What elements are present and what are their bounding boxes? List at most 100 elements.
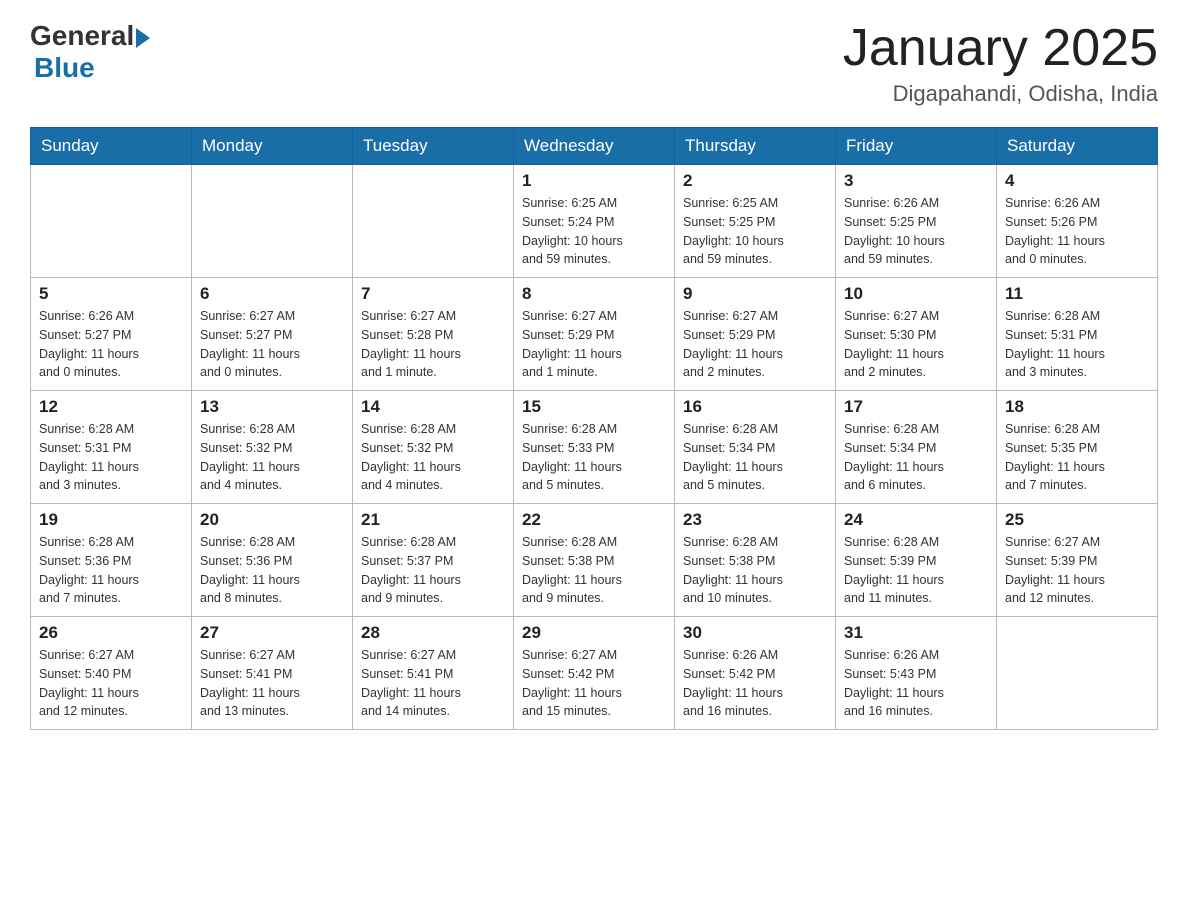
calendar-week-row: 26 Sunrise: 6:27 AMSunset: 5:40 PMDayligh… (31, 617, 1158, 730)
calendar-day-2: 2 Sunrise: 6:25 AMSunset: 5:25 PMDaylight… (675, 165, 836, 278)
day-number: 12 (39, 397, 183, 417)
day-info: Sunrise: 6:28 AMSunset: 5:35 PMDaylight:… (1005, 420, 1149, 495)
day-info: Sunrise: 6:28 AMSunset: 5:34 PMDaylight:… (683, 420, 827, 495)
weekday-header-friday: Friday (836, 128, 997, 165)
day-info: Sunrise: 6:28 AMSunset: 5:36 PMDaylight:… (39, 533, 183, 608)
day-number: 17 (844, 397, 988, 417)
calendar-day-4: 4Sunrise: 6:26 AMSunset: 5:26 PMDaylight… (997, 165, 1158, 278)
day-number: 22 (522, 510, 666, 530)
day-number: 27 (200, 623, 344, 643)
day-info: Sunrise: 6:26 AMSunset: 5:25 PMDaylight:… (844, 194, 988, 269)
weekday-header-wednesday: Wednesday (514, 128, 675, 165)
title-section: January 2025 Digapahandi, Odisha, India (843, 20, 1158, 107)
day-number: 24 (844, 510, 988, 530)
day-number: 26 (39, 623, 183, 643)
day-info: Sunrise: 6:27 AMSunset: 5:40 PMDaylight:… (39, 646, 183, 721)
calendar-empty-cell (997, 617, 1158, 730)
day-info: Sunrise: 6:27 AMSunset: 5:28 PMDaylight:… (361, 307, 505, 382)
month-title: January 2025 (843, 20, 1158, 77)
calendar-day-25: 25Sunrise: 6:27 AMSunset: 5:39 PMDayligh… (997, 504, 1158, 617)
day-info: Sunrise: 6:27 AMSunset: 5:27 PMDaylight:… (200, 307, 344, 382)
day-number: 7 (361, 284, 505, 304)
day-number: 8 (522, 284, 666, 304)
day-info: Sunrise: 6:26 AMSunset: 5:42 PMDaylight:… (683, 646, 827, 721)
calendar-day-18: 18 Sunrise: 6:28 AMSunset: 5:35 PMDayligh… (997, 391, 1158, 504)
logo-general-text: General (30, 20, 134, 52)
calendar-day-5: 5Sunrise: 6:26 AMSunset: 5:27 PMDaylight… (31, 278, 192, 391)
day-info: Sunrise: 6:27 AMSunset: 5:42 PMDaylight:… (522, 646, 666, 721)
day-info: Sunrise: 6:28 AMSunset: 5:33 PMDaylight:… (522, 420, 666, 495)
day-info: Sunrise: 6:27 AMSunset: 5:29 PMDaylight:… (522, 307, 666, 382)
calendar-day-6: 6 Sunrise: 6:27 AMSunset: 5:27 PMDaylight… (192, 278, 353, 391)
location-subtitle: Digapahandi, Odisha, India (843, 81, 1158, 107)
weekday-header-sunday: Sunday (31, 128, 192, 165)
day-info: Sunrise: 6:27 AMSunset: 5:41 PMDaylight:… (200, 646, 344, 721)
calendar-empty-cell (31, 165, 192, 278)
calendar-day-28: 28Sunrise: 6:27 AMSunset: 5:41 PMDayligh… (353, 617, 514, 730)
calendar-day-26: 26 Sunrise: 6:27 AMSunset: 5:40 PMDayligh… (31, 617, 192, 730)
day-number: 1 (522, 171, 666, 191)
calendar-day-22: 22Sunrise: 6:28 AMSunset: 5:38 PMDayligh… (514, 504, 675, 617)
logo-triangle-icon (136, 28, 150, 48)
calendar-day-29: 29Sunrise: 6:27 AMSunset: 5:42 PMDayligh… (514, 617, 675, 730)
calendar-day-8: 8 Sunrise: 6:27 AMSunset: 5:29 PMDaylight… (514, 278, 675, 391)
calendar-table: SundayMondayTuesdayWednesdayThursdayFrid… (30, 127, 1158, 730)
day-number: 3 (844, 171, 988, 191)
day-number: 14 (361, 397, 505, 417)
day-info: Sunrise: 6:26 AMSunset: 5:43 PMDaylight:… (844, 646, 988, 721)
calendar-day-17: 17Sunrise: 6:28 AMSunset: 5:34 PMDayligh… (836, 391, 997, 504)
calendar-day-7: 7 Sunrise: 6:27 AMSunset: 5:28 PMDaylight… (353, 278, 514, 391)
day-number: 2 (683, 171, 827, 191)
day-number: 21 (361, 510, 505, 530)
day-number: 25 (1005, 510, 1149, 530)
calendar-day-9: 9 Sunrise: 6:27 AMSunset: 5:29 PMDaylight… (675, 278, 836, 391)
calendar-week-row: 12 Sunrise: 6:28 AMSunset: 5:31 PMDayligh… (31, 391, 1158, 504)
calendar-day-16: 16 Sunrise: 6:28 AMSunset: 5:34 PMDayligh… (675, 391, 836, 504)
calendar-day-3: 3 Sunrise: 6:26 AMSunset: 5:25 PMDaylight… (836, 165, 997, 278)
day-number: 30 (683, 623, 827, 643)
calendar-week-row: 1Sunrise: 6:25 AMSunset: 5:24 PMDaylight… (31, 165, 1158, 278)
day-info: Sunrise: 6:28 AMSunset: 5:32 PMDaylight:… (361, 420, 505, 495)
day-number: 9 (683, 284, 827, 304)
calendar-empty-cell (353, 165, 514, 278)
calendar-week-row: 19 Sunrise: 6:28 AMSunset: 5:36 PMDayligh… (31, 504, 1158, 617)
weekday-header-saturday: Saturday (997, 128, 1158, 165)
calendar-day-13: 13 Sunrise: 6:28 AMSunset: 5:32 PMDayligh… (192, 391, 353, 504)
calendar-day-21: 21 Sunrise: 6:28 AMSunset: 5:37 PMDayligh… (353, 504, 514, 617)
day-number: 13 (200, 397, 344, 417)
day-info: Sunrise: 6:26 AMSunset: 5:26 PMDaylight:… (1005, 194, 1149, 269)
day-number: 31 (844, 623, 988, 643)
day-info: Sunrise: 6:28 AMSunset: 5:32 PMDaylight:… (200, 420, 344, 495)
calendar-week-row: 5Sunrise: 6:26 AMSunset: 5:27 PMDaylight… (31, 278, 1158, 391)
day-number: 6 (200, 284, 344, 304)
day-number: 20 (200, 510, 344, 530)
day-info: Sunrise: 6:28 AMSunset: 5:36 PMDaylight:… (200, 533, 344, 608)
day-info: Sunrise: 6:28 AMSunset: 5:31 PMDaylight:… (39, 420, 183, 495)
calendar-day-20: 20 Sunrise: 6:28 AMSunset: 5:36 PMDayligh… (192, 504, 353, 617)
calendar-day-12: 12 Sunrise: 6:28 AMSunset: 5:31 PMDayligh… (31, 391, 192, 504)
calendar-day-15: 15Sunrise: 6:28 AMSunset: 5:33 PMDayligh… (514, 391, 675, 504)
day-info: Sunrise: 6:28 AMSunset: 5:39 PMDaylight:… (844, 533, 988, 608)
weekday-header-thursday: Thursday (675, 128, 836, 165)
calendar-day-11: 11Sunrise: 6:28 AMSunset: 5:31 PMDayligh… (997, 278, 1158, 391)
day-number: 28 (361, 623, 505, 643)
day-number: 5 (39, 284, 183, 304)
calendar-day-14: 14 Sunrise: 6:28 AMSunset: 5:32 PMDayligh… (353, 391, 514, 504)
day-number: 19 (39, 510, 183, 530)
page-header: General Blue January 2025 Digapahandi, O… (30, 20, 1158, 107)
calendar-day-23: 23Sunrise: 6:28 AMSunset: 5:38 PMDayligh… (675, 504, 836, 617)
weekday-header-tuesday: Tuesday (353, 128, 514, 165)
calendar-day-1: 1Sunrise: 6:25 AMSunset: 5:24 PMDaylight… (514, 165, 675, 278)
calendar-day-30: 30 Sunrise: 6:26 AMSunset: 5:42 PMDayligh… (675, 617, 836, 730)
day-info: Sunrise: 6:27 AMSunset: 5:29 PMDaylight:… (683, 307, 827, 382)
day-number: 16 (683, 397, 827, 417)
calendar-day-31: 31 Sunrise: 6:26 AMSunset: 5:43 PMDayligh… (836, 617, 997, 730)
day-info: Sunrise: 6:28 AMSunset: 5:31 PMDaylight:… (1005, 307, 1149, 382)
logo-blue-text: Blue (34, 52, 95, 84)
day-info: Sunrise: 6:25 AMSunset: 5:25 PMDaylight:… (683, 194, 827, 269)
calendar-day-24: 24 Sunrise: 6:28 AMSunset: 5:39 PMDayligh… (836, 504, 997, 617)
calendar-day-19: 19 Sunrise: 6:28 AMSunset: 5:36 PMDayligh… (31, 504, 192, 617)
logo: General Blue (30, 20, 150, 84)
day-number: 18 (1005, 397, 1149, 417)
day-info: Sunrise: 6:28 AMSunset: 5:37 PMDaylight:… (361, 533, 505, 608)
